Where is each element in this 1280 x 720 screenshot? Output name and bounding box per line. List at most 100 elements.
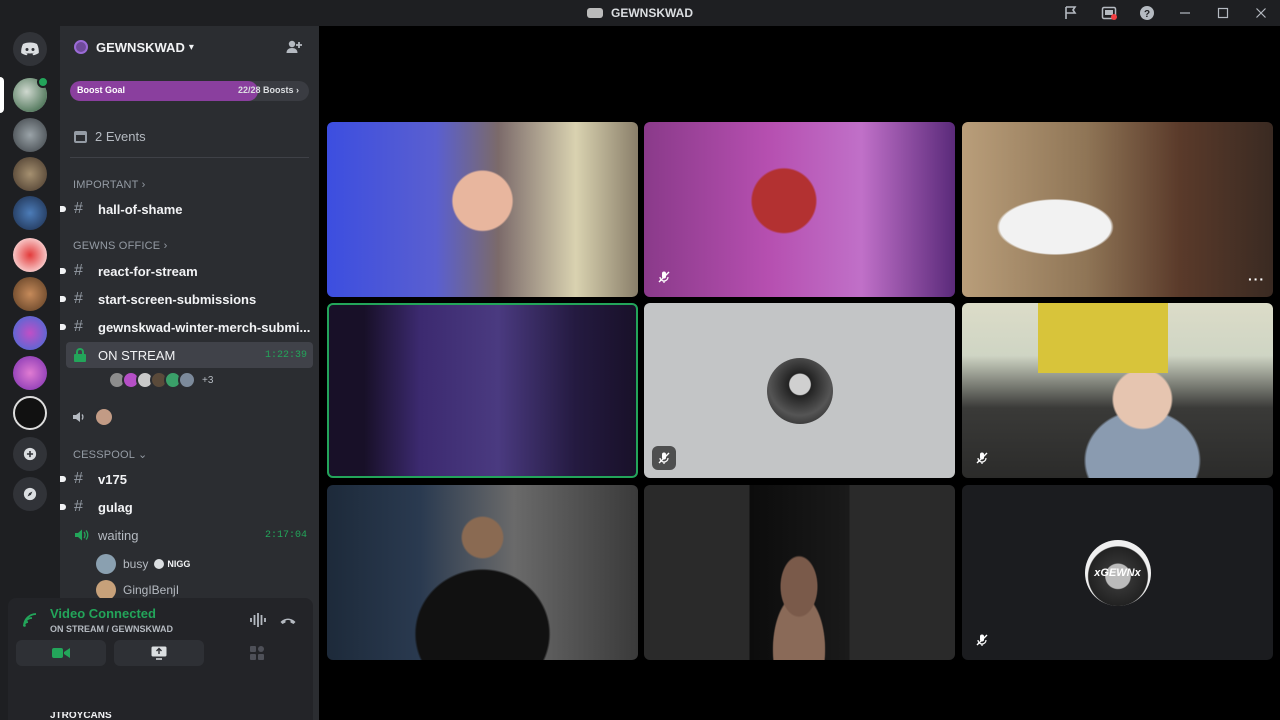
more-participants-count: +3 — [202, 374, 214, 386]
video-camera-icon — [52, 648, 70, 658]
channel-react-for-stream[interactable]: # react-for-stream — [60, 258, 313, 284]
lock-icon — [74, 348, 86, 362]
divider — [70, 157, 309, 158]
status-badge — [37, 76, 49, 88]
mic-muted-icon — [970, 446, 994, 470]
video-tile[interactable] — [327, 122, 638, 297]
server-gewnskwad[interactable] — [13, 76, 49, 112]
avatar — [96, 580, 116, 600]
maximize-icon[interactable] — [1204, 0, 1242, 26]
activity-icon — [250, 646, 264, 660]
video-tile[interactable] — [644, 303, 955, 478]
activities-button[interactable] — [212, 640, 302, 666]
signal-icon — [23, 613, 37, 627]
server-avatar[interactable] — [13, 277, 47, 311]
home-button[interactable] — [13, 32, 47, 66]
help-icon[interactable]: ? — [1128, 0, 1166, 26]
mic-muted-icon — [970, 628, 994, 652]
flag-icon[interactable] — [1052, 0, 1090, 26]
video-tile[interactable]: ··· — [962, 122, 1273, 297]
guild-header[interactable]: GEWNSKWAD ▾ — [60, 26, 319, 68]
title-bar: GEWNSKWAD ? — [0, 0, 1280, 26]
server-car[interactable] — [13, 196, 47, 230]
window-title: GEWNSKWAD — [587, 6, 693, 20]
voice-status[interactable]: Video Connected — [50, 606, 156, 621]
more-options-icon[interactable]: ··· — [1248, 271, 1265, 287]
add-server-button[interactable] — [13, 437, 47, 471]
chevron-down-icon: ▾ — [188, 41, 194, 53]
unread-indicator — [60, 296, 66, 302]
voice-location[interactable]: ON STREAM / GEWNSKWAD — [50, 624, 173, 634]
unread-indicator — [60, 324, 66, 330]
voice-participants[interactable]: +3 — [108, 371, 213, 389]
server-art[interactable] — [13, 316, 47, 350]
category-gewns-office[interactable]: GEWNS OFFICE › — [73, 240, 167, 252]
unread-indicator — [60, 206, 66, 212]
call-timer: 2:17:04 — [264, 529, 307, 541]
svg-text:?: ? — [1144, 9, 1150, 20]
video-tile[interactable] — [962, 303, 1273, 478]
explore-button[interactable] — [13, 477, 47, 511]
screen-share-icon — [151, 646, 167, 660]
username: JTROYCANS — [50, 712, 112, 720]
camera-button[interactable] — [16, 640, 106, 666]
video-stage: ··· xGEWNx — [319, 26, 1280, 720]
video-tile[interactable] — [327, 485, 638, 660]
server-mushroom[interactable] — [13, 238, 47, 272]
discord-logo-icon — [21, 42, 39, 56]
call-timer: 1:22:39 — [264, 349, 307, 361]
channel-hall-of-shame[interactable]: # hall-of-shame — [60, 196, 313, 222]
avatar — [94, 407, 114, 427]
video-tile[interactable]: xGEWNx — [962, 485, 1273, 660]
server-andii-skwad[interactable] — [13, 356, 47, 390]
channel-winter-merch[interactable]: # gewnskwad-winter-merch-submi... — [60, 314, 313, 340]
voice-channel-waiting[interactable]: waiting 2:17:04 — [66, 522, 313, 548]
invite-people-icon[interactable] — [285, 38, 303, 56]
guild-icon — [74, 40, 88, 54]
avatar — [96, 554, 116, 574]
guild-name: GEWNSKWAD — [96, 39, 185, 55]
hashtag-icon: # — [74, 262, 83, 279]
unread-indicator — [60, 476, 66, 482]
voice-channel-unnamed[interactable] — [72, 407, 114, 427]
category-cesspool[interactable]: CESSPOOL ⌄ — [73, 448, 147, 461]
avatar: xGEWNx — [1084, 539, 1151, 606]
channel-v175[interactable]: # v175 — [60, 466, 313, 492]
channel-start-screen-submissions[interactable]: # start-screen-submissions — [60, 286, 313, 312]
unread-indicator — [60, 504, 66, 510]
category-important[interactable]: IMPORTANT › — [73, 179, 146, 191]
server-truck[interactable] — [13, 118, 47, 152]
skull-icon — [154, 559, 165, 569]
server-camo[interactable] — [13, 157, 47, 191]
flag-image — [1038, 303, 1168, 373]
inbox-icon[interactable] — [1090, 0, 1128, 26]
avatar — [766, 357, 833, 424]
disconnect-icon[interactable] — [278, 610, 298, 630]
video-tile[interactable] — [644, 485, 955, 660]
video-tile-speaking[interactable] — [327, 303, 638, 478]
mic-muted-icon — [652, 446, 676, 470]
server-guild[interactable] — [13, 396, 47, 430]
speaker-icon — [73, 412, 84, 422]
person-image — [754, 555, 844, 660]
hashtag-icon: # — [74, 318, 83, 335]
hashtag-icon: # — [74, 290, 83, 307]
close-icon[interactable] — [1242, 0, 1280, 26]
speaker-icon — [75, 529, 89, 541]
user-panel[interactable]: JTROYCANS — [8, 712, 313, 720]
mic-muted-icon — [652, 265, 676, 289]
events-link[interactable]: 2 Events — [74, 129, 146, 144]
voice-channel-on-stream[interactable]: ON STREAM 1:22:39 — [66, 342, 313, 368]
plus-icon — [23, 447, 37, 461]
boost-goal-bar[interactable]: Boost Goal 22/28 Boosts › — [70, 81, 309, 101]
video-tile[interactable] — [644, 122, 955, 297]
voice-member-busy[interactable]: busy NIGG — [96, 552, 190, 576]
minimize-icon[interactable] — [1166, 0, 1204, 26]
unread-indicator — [60, 268, 66, 274]
noise-suppression-icon[interactable] — [248, 610, 268, 630]
screen-share-button[interactable] — [114, 640, 204, 666]
boost-count: 22/28 Boosts › — [237, 85, 299, 95]
avatar — [178, 371, 196, 389]
calendar-icon — [74, 130, 87, 143]
channel-gulag[interactable]: # gulag — [60, 494, 313, 520]
